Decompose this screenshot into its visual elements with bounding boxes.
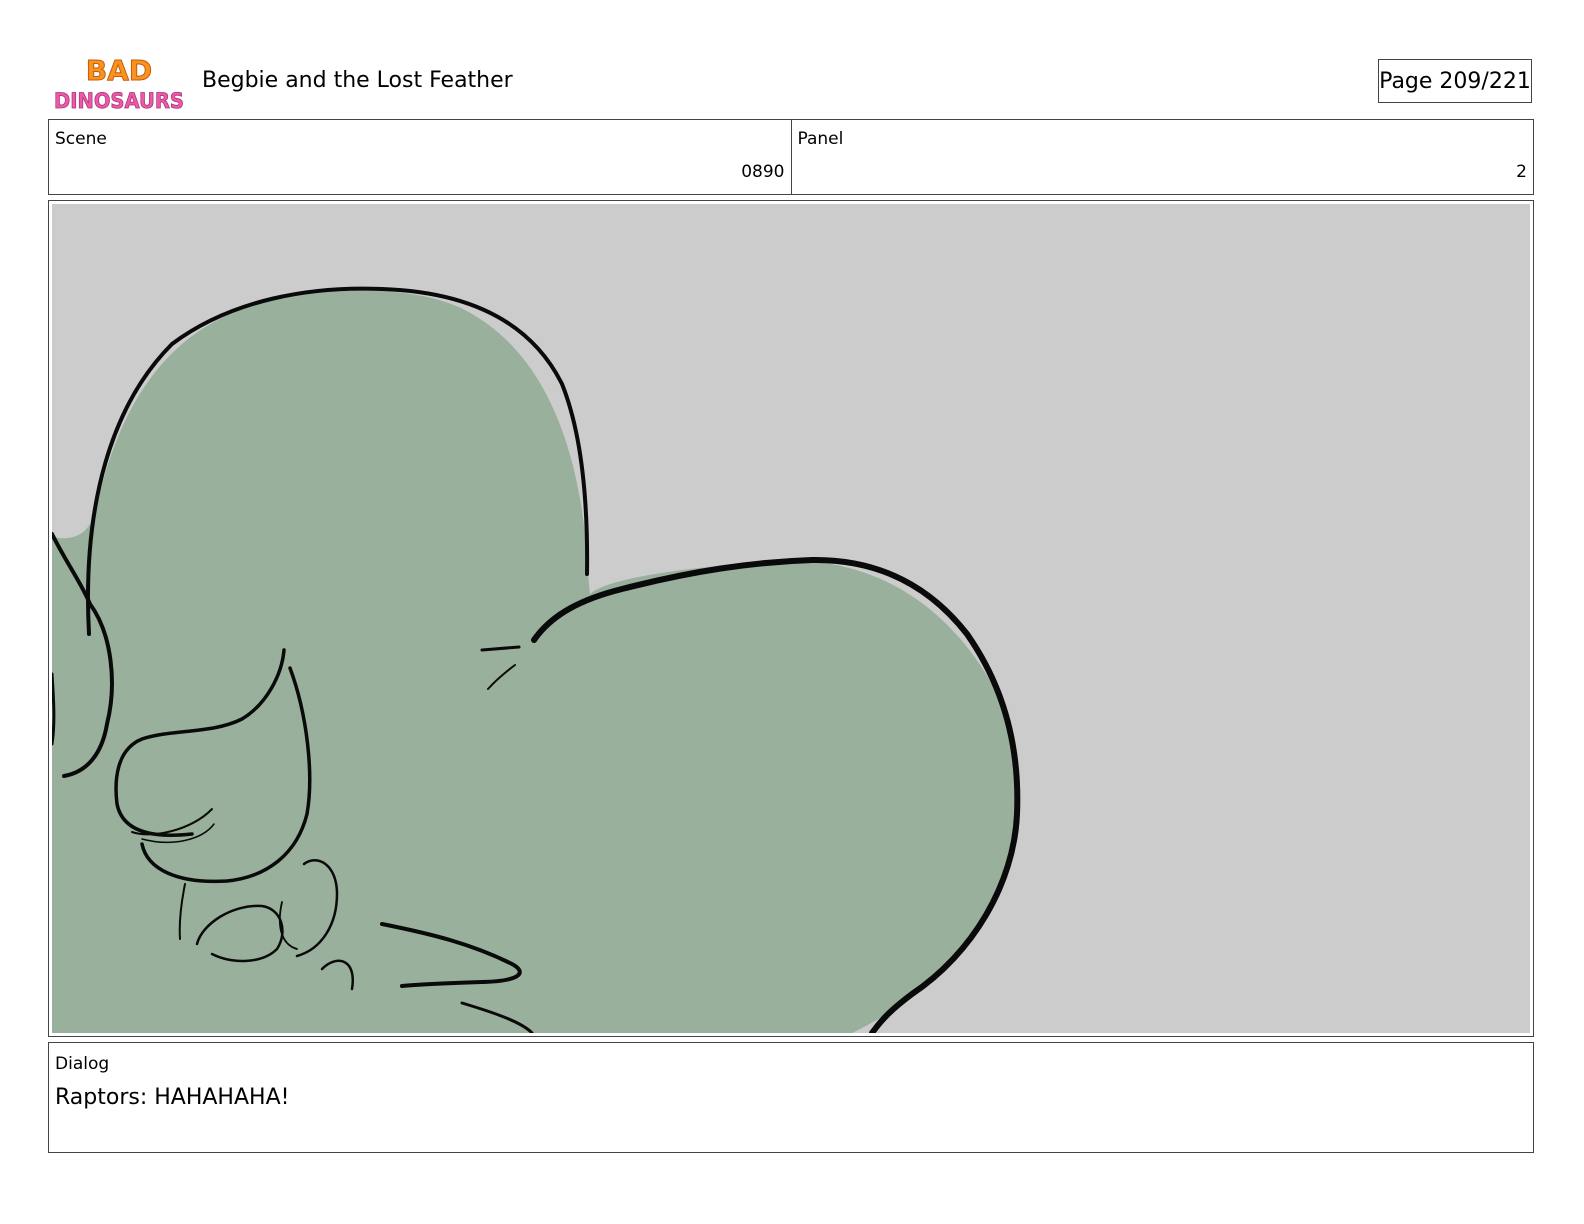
scene-cell: Scene 0890 xyxy=(49,120,791,194)
logo-line-2: DINOSAURS xyxy=(54,89,184,112)
logo-graphic: BAD DINOSAURS xyxy=(54,54,185,113)
dialog-box: Dialog Raptors: HAHAHAHA! xyxy=(48,1042,1534,1153)
document-title: Begbie and the Lost Feather xyxy=(202,68,513,93)
logo-line-1: BAD xyxy=(86,54,152,87)
panel-value: 2 xyxy=(1516,162,1527,182)
scene-value: 0890 xyxy=(741,162,785,182)
panel-cell: Panel 2 xyxy=(790,120,1534,194)
scene-label: Scene xyxy=(55,129,107,149)
storyboard-drawing xyxy=(52,204,1530,1033)
panel-label: Panel xyxy=(797,129,844,149)
dialog-text: Raptors: HAHAHAHA! xyxy=(55,1085,290,1110)
dialog-label: Dialog xyxy=(55,1054,110,1074)
page-number: Page 209/221 xyxy=(1378,59,1532,103)
bad-dinosaurs-logo: BAD DINOSAURS xyxy=(52,52,186,113)
storyboard-panel-frame xyxy=(48,200,1534,1037)
scene-panel-info: Scene 0890 Panel 2 xyxy=(48,119,1534,195)
